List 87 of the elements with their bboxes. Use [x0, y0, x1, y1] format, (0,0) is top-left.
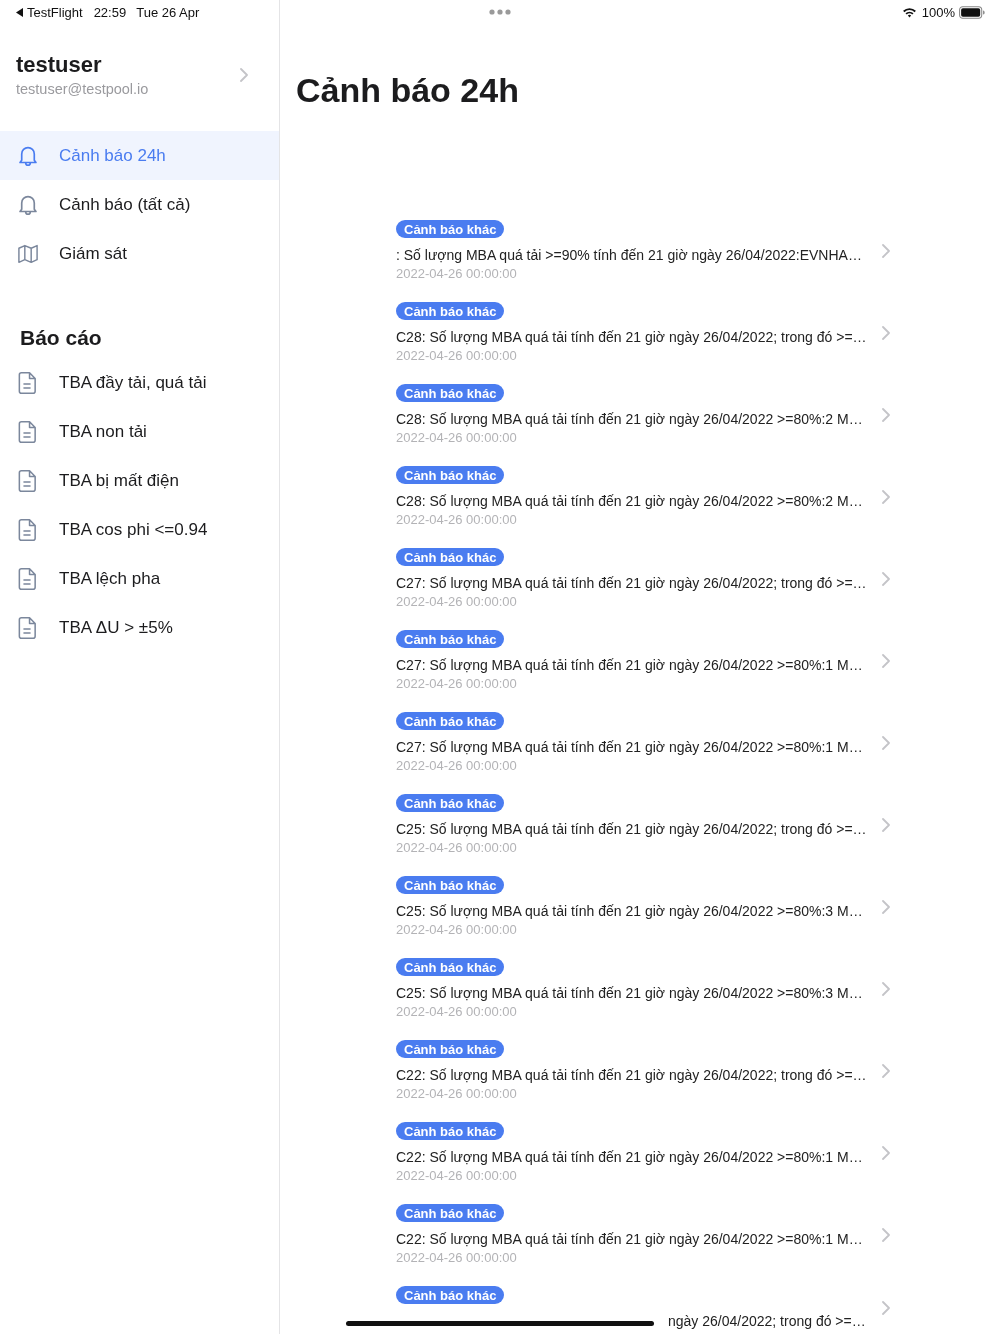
alert-time: 2022-04-26 00:00:00	[396, 922, 517, 938]
document-icon	[18, 371, 36, 394]
document-icon	[18, 518, 36, 541]
user-email: testuser@testpool.io	[16, 80, 150, 98]
chevron-right-icon[interactable]	[882, 408, 890, 422]
alert-time: 2022-04-26 00:00:00	[396, 1004, 517, 1020]
chevron-right-icon[interactable]	[882, 1301, 890, 1315]
more-dots-icon[interactable]	[489, 9, 511, 15]
alert-message[interactable]: C28: Số lượng MBA quá tải tính đến 21 giờ ngày 26/04/2022 >=80%:2 M…	[396, 410, 863, 428]
status-time: 22:59	[93, 4, 127, 20]
report-item[interactable]: TBA ΔU > ±5%	[0, 603, 279, 652]
status-date: Tue 26 Apr	[136, 4, 200, 20]
chevron-right-icon[interactable]	[240, 68, 248, 82]
category-tag: Cảnh báo khác	[396, 958, 505, 976]
alert-message[interactable]: C25: Số lượng MBA quá tải tính đến 21 giờ ngày 26/04/2022 >=80%:3 M…	[396, 902, 863, 920]
sidebar-item[interactable]: Giám sát	[0, 229, 279, 278]
alert-message[interactable]: C22: Số lượng MBA quá tải tính đến 21 giờ ngày 26/04/2022 >=80%:1 M…	[396, 1230, 863, 1248]
category-tag: Cảnh báo khác	[396, 466, 505, 484]
chevron-right-icon[interactable]	[882, 244, 890, 258]
alert-message[interactable]: C28: Số lượng MBA quá tải tính đến 21 giờ ngày 26/04/2022 >=80%:2 M…	[396, 492, 863, 510]
document-icon	[18, 469, 36, 492]
home-indicator[interactable]	[346, 1321, 654, 1326]
alert-time: 2022-04-26 00:00:00	[396, 1086, 517, 1102]
chevron-right-icon[interactable]	[882, 818, 890, 832]
alert-time: 2022-04-26 00:00:00	[396, 594, 517, 610]
alert-message[interactable]: C27: Số lượng MBA quá tải tính đến 21 giờ ngày 26/04/2022 >=80%:1 M…	[396, 738, 863, 756]
alert-time: 2022-04-26 00:00:00	[396, 512, 517, 528]
alert-message[interactable]: C27: Số lượng MBA quá tải tính đến 21 giờ ngày 26/04/2022 >=80%:1 M…	[396, 656, 863, 674]
document-icon	[18, 567, 36, 590]
alert-message[interactable]: C25: Số lượng MBA quá tải tính đến 21 giờ ngày 26/04/2022 >=80%:3 M…	[396, 984, 863, 1002]
battery-percent: 100%	[921, 4, 955, 20]
map-icon	[18, 242, 38, 265]
report-item[interactable]: TBA bị mất điện	[0, 456, 279, 505]
chevron-right-icon[interactable]	[882, 900, 890, 914]
user-name: testuser	[16, 52, 103, 78]
category-tag: Cảnh báo khác	[396, 876, 505, 894]
section-heading: Báo cáo	[20, 325, 103, 351]
chevron-right-icon[interactable]	[882, 736, 890, 750]
alert-time: 2022-04-26 00:00:00	[396, 1168, 517, 1184]
sidebar-item[interactable]: Cảnh báo 24h	[0, 131, 279, 180]
category-tag: Cảnh báo khác	[396, 1122, 505, 1140]
alert-message[interactable]: C28: Số lượng MBA quá tải tính đến 21 giờ ngày 26/04/2022; trong đó >=…	[396, 328, 867, 346]
chevron-right-icon[interactable]	[882, 1064, 890, 1078]
alert-time: 2022-04-26 00:00:00	[396, 840, 517, 856]
category-tag: Cảnh báo khác	[396, 794, 505, 812]
alert-message[interactable]: C22: Số lượng MBA quá tải tính đến 21 giờ ngày 26/04/2022; trong đó >=…	[396, 1066, 867, 1084]
battery-icon	[959, 5, 985, 19]
report-item[interactable]: TBA non tải	[0, 407, 279, 456]
alert-time: 2022-04-26 00:00:00	[396, 758, 517, 774]
bell-icon	[18, 144, 38, 167]
alert-message[interactable]: C27: Số lượng MBA quá tải tính đến 21 giờ ngày 26/04/2022; trong đó >=…	[396, 574, 867, 592]
alert-time: 2022-04-26 00:00:00	[396, 430, 517, 446]
bell-icon	[18, 193, 38, 216]
sidebar-item[interactable]: Cảnh báo (tất cả)	[0, 180, 279, 229]
chevron-right-icon[interactable]	[882, 326, 890, 340]
chevron-right-icon[interactable]	[882, 572, 890, 586]
report-item[interactable]: TBA đầy tải, quá tải	[0, 358, 279, 407]
report-item[interactable]: TBA cos phi <=0.94	[0, 505, 279, 554]
back-triangle-icon[interactable]	[16, 7, 23, 17]
wifi-icon	[901, 6, 917, 18]
alert-time: 2022-04-26 00:00:00	[396, 266, 517, 282]
chevron-right-icon[interactable]	[882, 490, 890, 504]
category-tag: Cảnh báo khác	[396, 1040, 505, 1058]
category-tag: Cảnh báo khác	[396, 630, 505, 648]
chevron-right-icon[interactable]	[882, 982, 890, 996]
category-tag: Cảnh báo khác	[396, 712, 505, 730]
report-item[interactable]: TBA lệch pha	[0, 554, 279, 603]
page-title: Cảnh báo 24h	[296, 70, 520, 110]
alert-time: 2022-04-26 00:00:00	[396, 1250, 517, 1266]
category-tag: Cảnh báo khác	[396, 302, 505, 320]
category-tag: Cảnh báo khác	[396, 1286, 505, 1304]
document-icon	[18, 420, 36, 443]
alert-time: 2022-04-26 00:00:00	[396, 348, 517, 364]
category-tag: Cảnh báo khác	[396, 1204, 505, 1222]
category-tag: Cảnh báo khác	[396, 220, 505, 238]
chevron-right-icon[interactable]	[882, 654, 890, 668]
alert-time: 2022-04-26 00:00:00	[396, 676, 517, 692]
alert-message[interactable]: C22: Số lượng MBA quá tải tính đến 21 giờ ngày 26/04/2022 >=80%:1 M…	[396, 1148, 863, 1166]
document-icon	[18, 616, 36, 639]
category-tag: Cảnh báo khác	[396, 548, 505, 566]
category-tag: Cảnh báo khác	[396, 384, 505, 402]
alert-message[interactable]: ngày 26/04/2022; trong đó >=…	[668, 1312, 866, 1330]
alert-message[interactable]: : Số lượng MBA quá tải >=90% tính đến 21 giờ ngày 26/04/2022:EVNHA…	[396, 246, 862, 264]
chevron-right-icon[interactable]	[882, 1146, 890, 1160]
alert-message[interactable]: C25: Số lượng MBA quá tải tính đến 21 giờ ngày 26/04/2022; trong đó >=…	[396, 820, 867, 838]
back-app-link[interactable]: TestFlight	[27, 4, 83, 20]
chevron-right-icon[interactable]	[882, 1228, 890, 1242]
